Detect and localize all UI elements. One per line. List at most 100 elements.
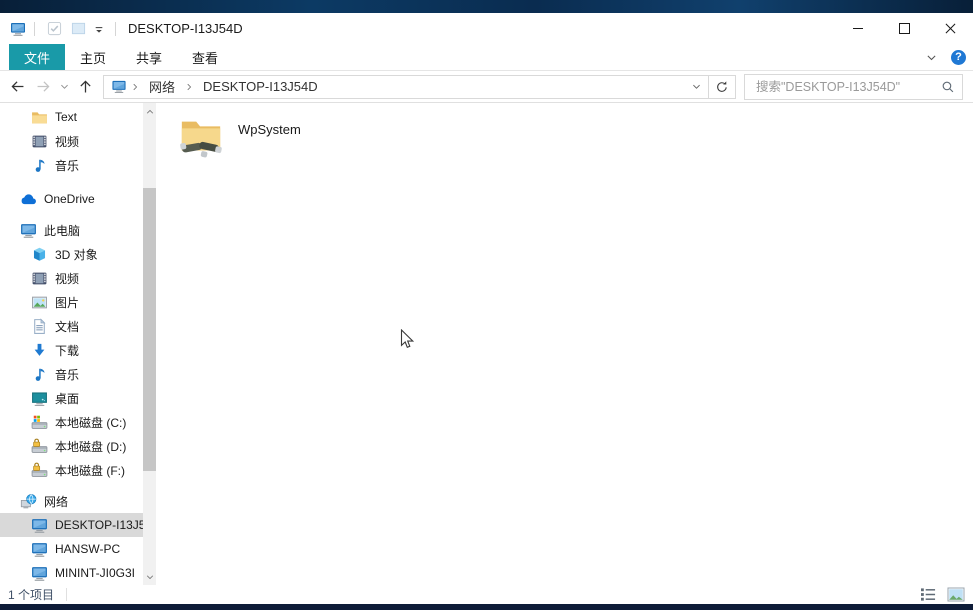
sidebar-item-this-pc[interactable]: 此电脑 — [0, 218, 156, 242]
sidebar-item-3d-objects[interactable]: 3D 对象 — [0, 242, 156, 266]
computer-icon — [31, 517, 48, 534]
expand-ribbon-button[interactable] — [921, 47, 941, 67]
maximize-button[interactable] — [881, 13, 927, 44]
film-icon — [31, 133, 48, 150]
folder-icon — [31, 109, 48, 126]
shared-folder-icon — [178, 113, 224, 159]
taskbar-edge-strip — [0, 604, 973, 610]
forward-button[interactable] — [30, 74, 56, 100]
sidebar-item-onedrive[interactable]: OneDrive — [0, 187, 156, 211]
sidebar-item-desktop[interactable]: 桌面 — [0, 386, 156, 410]
minimize-icon — [853, 28, 863, 29]
recent-locations-button[interactable] — [56, 74, 72, 100]
refresh-icon — [715, 80, 729, 94]
network-icon — [20, 493, 37, 510]
music-icon — [31, 157, 48, 174]
computer-icon — [111, 79, 127, 94]
sidebar-item-label: HANSW-PC — [55, 542, 120, 556]
chevron-down-icon — [925, 51, 938, 64]
chevron-down-icon — [691, 81, 702, 92]
sidebar-item-label: 音乐 — [55, 366, 79, 383]
address-bar[interactable]: 网络 DESKTOP-I13J54D — [103, 75, 709, 99]
quick-access-properties-button[interactable] — [44, 20, 64, 38]
customize-quick-access-toolbar-button[interactable] — [92, 20, 106, 38]
computer-icon — [31, 565, 48, 582]
sidebar-item-minint-ji0g3i[interactable]: MININT-JI0G3I — [0, 561, 156, 585]
address-dropdown-button[interactable] — [684, 81, 708, 92]
sidebar-item-label: 本地磁盘 (C:) — [55, 414, 126, 431]
mouse-cursor — [400, 329, 414, 351]
file-list-area[interactable]: WpSystem — [156, 103, 973, 585]
sidebar-item-label: 本地磁盘 (F:) — [55, 462, 125, 479]
sidebar-item-label: OneDrive — [44, 192, 95, 206]
tab-view[interactable]: 查看 — [177, 44, 233, 70]
navigation-bar: 网络 DESKTOP-I13J54D — [0, 71, 973, 103]
arrow-right-icon — [35, 78, 52, 95]
breadcrumb-desktop-i13j54d[interactable]: DESKTOP-I13J54D — [194, 79, 327, 94]
sidebar-item-label: DESKTOP-I13J54D — [55, 518, 156, 532]
computer-icon — [20, 222, 37, 239]
sidebar-item-label: 3D 对象 — [55, 246, 98, 263]
help-button[interactable]: ? — [951, 50, 966, 65]
sidebar-item-label: 网络 — [44, 493, 68, 510]
tab-home[interactable]: 主页 — [65, 44, 121, 70]
sidebar-item-videos[interactable]: 视频 — [0, 266, 156, 290]
tab-share[interactable]: 共享 — [121, 44, 177, 70]
sidebar-item-downloads[interactable]: 下载 — [0, 338, 156, 362]
document-icon — [31, 318, 48, 335]
sidebar-item-pictures[interactable]: 图片 — [0, 290, 156, 314]
thumbnail-view-icon — [947, 587, 965, 602]
close-button[interactable] — [927, 13, 973, 44]
thumbnail-view-button[interactable] — [946, 587, 965, 603]
titlebar-separator — [115, 22, 116, 36]
file-item-wpsystem[interactable]: WpSystem — [178, 113, 408, 159]
sidebar-item-disk-f[interactable]: 本地磁盘 (F:) — [0, 458, 156, 482]
up-button[interactable] — [72, 74, 98, 100]
sidebar-item-music[interactable]: 音乐 — [0, 362, 156, 386]
sidebar-item-label: 音乐 — [55, 157, 79, 174]
cube-icon — [31, 246, 48, 263]
sidebar-item-hansw-pc[interactable]: HANSW-PC — [0, 537, 156, 561]
arrow-left-icon — [9, 78, 26, 95]
scrollbar-thumb[interactable] — [143, 188, 156, 471]
scroll-down-button[interactable] — [143, 569, 156, 584]
chevron-right-icon — [184, 82, 194, 92]
breadcrumb-network[interactable]: 网络 — [140, 77, 184, 96]
search-input[interactable] — [754, 79, 941, 95]
details-view-button[interactable] — [919, 587, 938, 603]
quick-access-new-folder-button[interactable] — [68, 20, 88, 38]
window-title: DESKTOP-I13J54D — [128, 21, 243, 36]
sidebar-item-disk-d[interactable]: 本地磁盘 (D:) — [0, 434, 156, 458]
title-bar: DESKTOP-I13J54D — [0, 13, 973, 44]
onedrive-cloud-icon — [20, 191, 37, 208]
status-bar: 1 个项目 — [0, 585, 973, 604]
music-icon — [31, 366, 48, 383]
search-box[interactable] — [744, 74, 963, 100]
film-icon — [31, 270, 48, 287]
refresh-button[interactable] — [708, 75, 736, 99]
sidebar-item-label: 视频 — [55, 133, 79, 150]
sidebar-item-videos-quick[interactable]: 视频 — [0, 129, 156, 153]
tab-file[interactable]: 文件 — [9, 44, 65, 70]
window-computer-icon — [9, 21, 27, 37]
sidebar-item-text[interactable]: Text — [0, 105, 156, 129]
sidebar-item-documents[interactable]: 文档 — [0, 314, 156, 338]
sidebar-item-disk-c[interactable]: 本地磁盘 (C:) — [0, 410, 156, 434]
pane-icon — [71, 21, 86, 36]
minimize-button[interactable] — [835, 13, 881, 44]
sidebar-item-music-quick[interactable]: 音乐 — [0, 153, 156, 177]
sidebar-item-label: 本地磁盘 (D:) — [55, 438, 126, 455]
sidebar-item-network[interactable]: 网络 — [0, 489, 156, 513]
sidebar-item-desktop-i13j54d[interactable]: DESKTOP-I13J54D — [0, 513, 156, 537]
disk-windows-icon — [31, 414, 48, 431]
sidebar-item-label: 图片 — [55, 294, 79, 311]
chevron-down-icon — [145, 572, 155, 582]
search-icon[interactable] — [941, 80, 955, 94]
computer-icon — [31, 541, 48, 558]
disk-lock-icon — [31, 462, 48, 479]
sidebar-item-label: 下载 — [55, 342, 79, 359]
scroll-up-button[interactable] — [143, 104, 156, 119]
sidebar-scrollbar[interactable] — [143, 103, 156, 585]
picture-icon — [31, 294, 48, 311]
back-button[interactable] — [4, 74, 30, 100]
